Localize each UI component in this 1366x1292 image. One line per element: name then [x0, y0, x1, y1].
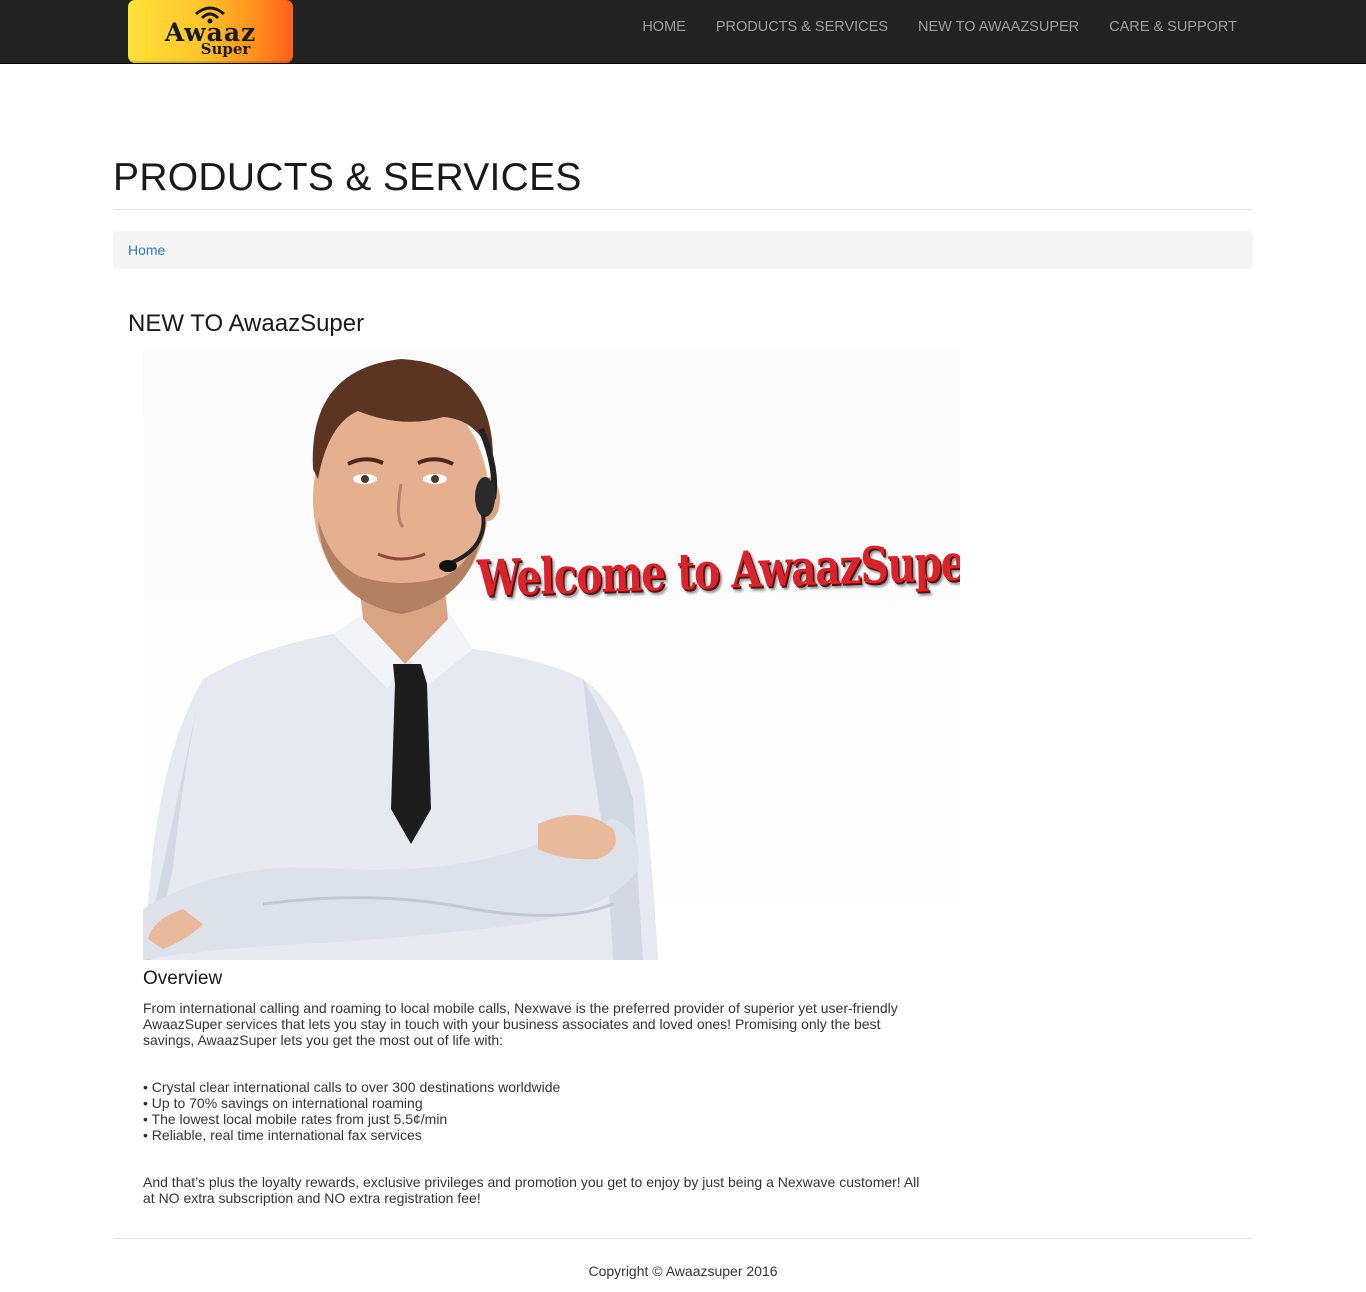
- breadcrumb-home-link[interactable]: Home: [128, 242, 165, 258]
- main-nav: HOME PRODUCTS & SERVICES NEW TO AWAAZSUP…: [627, 0, 1252, 54]
- footer-copyright: Copyright © Awaazsuper 2016: [588, 1263, 778, 1279]
- list-item: • Up to 70% savings on international roa…: [143, 1095, 423, 1111]
- list-item: • Reliable, real time international fax …: [143, 1127, 422, 1143]
- overview-closing: And that’s plus the loyalty rewards, exc…: [143, 1174, 920, 1206]
- list-item: • The lowest local mobile rates from jus…: [143, 1111, 448, 1127]
- section-title: NEW TO AwaazSuper: [128, 310, 365, 337]
- breadcrumb: Home: [113, 231, 1253, 269]
- top-navbar: Awaaz Super HOME PRODUCTS & SERVICES NEW…: [0, 0, 1366, 64]
- nav-new-to-awaazsuper[interactable]: NEW TO AWAAZSUPER: [903, 0, 1094, 54]
- nav-home[interactable]: HOME: [627, 0, 701, 54]
- footer-divider: [113, 1238, 1253, 1239]
- page-title: PRODUCTS & SERVICES: [113, 156, 582, 199]
- list-item: • Crystal clear international calls to o…: [143, 1079, 561, 1095]
- overview-content: From international calling and roaming t…: [143, 1000, 933, 1206]
- overview-heading: Overview: [143, 968, 223, 989]
- brand-logo[interactable]: Awaaz Super: [128, 0, 293, 63]
- support-agent-illustration: [143, 359, 658, 960]
- hero-banner-image: Welcome to AwaazSuper: [143, 349, 960, 960]
- title-divider: [113, 209, 1253, 210]
- logo-subtext: Super: [200, 40, 251, 58]
- overview-intro: From international calling and roaming t…: [143, 1000, 898, 1048]
- nav-care-support[interactable]: CARE & SUPPORT: [1094, 0, 1252, 54]
- nav-products-services[interactable]: PRODUCTS & SERVICES: [701, 0, 903, 54]
